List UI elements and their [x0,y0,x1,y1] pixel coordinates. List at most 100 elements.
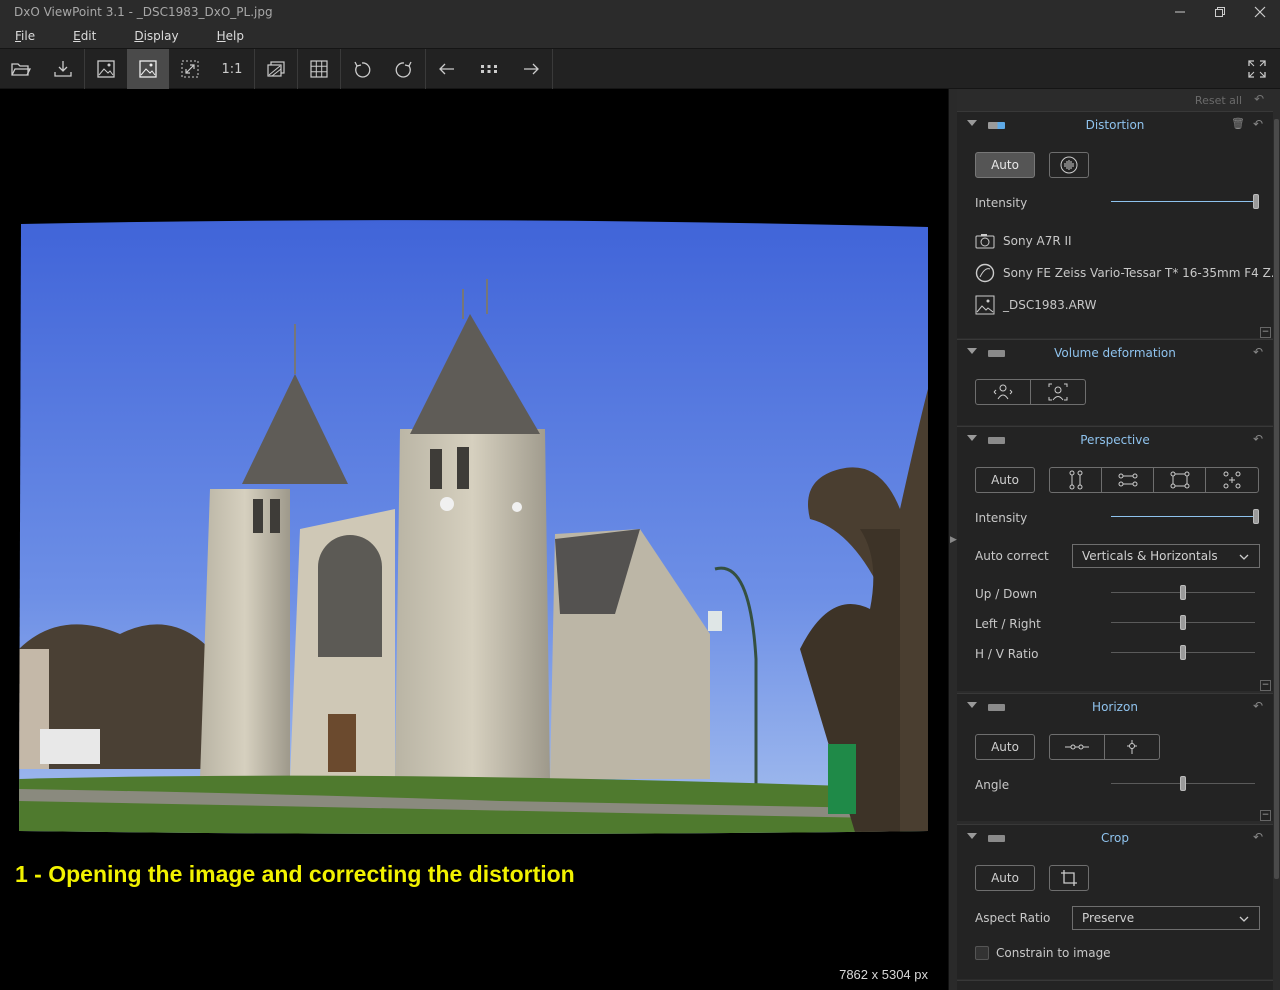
zoom-100-button[interactable]: 1:1 [211,49,253,89]
folder-open-icon [11,63,32,76]
lens-row: Sony FE Zeiss Vario-Tessar T* 16-35mm F4… [974,262,1280,284]
hvratio-label: H / V Ratio [975,647,1039,661]
open-button[interactable] [0,49,42,89]
updown-label: Up / Down [975,587,1038,601]
chevron-down-icon [1239,551,1249,565]
crop-tool-button[interactable] [1049,865,1089,891]
aspect-ratio-value: Preserve [1082,911,1135,925]
image-viewer[interactable]: 1 - Opening the image and correcting the… [0,89,948,990]
angle-label: Angle [975,778,1010,792]
title-bar: DxO ViewPoint 3.1 - _DSC1983_DxO_PL.jpg [0,0,1280,24]
aspect-ratio-dropdown[interactable]: Preserve [1072,906,1260,930]
perspective-horizontal-button[interactable] [1102,468,1154,492]
trash-icon[interactable]: 🗑 [1231,117,1245,130]
perspective-mode-group [1049,467,1259,493]
grid-button[interactable] [298,49,340,89]
crop-icon [1061,870,1077,886]
horizon-auto-button[interactable]: Auto [975,734,1035,760]
collapse-section-button[interactable]: − [1260,810,1271,821]
perspective-intensity-slider[interactable] [1111,509,1259,525]
horizon-vertical-icon [1127,740,1137,754]
perspective-points-button[interactable] [1206,468,1258,492]
constrain-label: Constrain to image [996,946,1111,960]
horizon-title: Horizon [1092,700,1138,714]
reset-icon[interactable]: ↶ [1253,432,1263,446]
compare-icon [267,61,285,77]
leftright-slider[interactable] [1111,615,1255,631]
after-view-button[interactable] [127,49,169,89]
auto-correct-dropdown[interactable]: Verticals & Horizontals [1072,544,1260,568]
compare-button[interactable] [255,49,297,89]
perspective-header[interactable]: Perspective ↶ [957,427,1273,455]
distortion-auto-button[interactable]: Auto [975,152,1035,178]
eight-points-icon [1223,471,1241,489]
minimize-button[interactable] [1160,0,1200,24]
distortion-intensity-label: Intensity [975,196,1028,210]
close-icon [1254,6,1266,18]
hvratio-slider[interactable] [1111,645,1255,661]
perspective-rectangle-button[interactable] [1154,468,1206,492]
volume-spherical-button[interactable] [1031,380,1085,404]
camera-name: Sony A7R II [1003,234,1072,248]
reset-icon[interactable]: ↶ [1253,117,1263,131]
fullscreen-icon [1248,60,1266,78]
panel-splitter[interactable]: ▶ [948,89,957,990]
person-frame-icon [1048,383,1068,401]
export-button[interactable] [42,49,84,89]
image-icon [139,60,157,78]
volume-header[interactable]: Volume deformation ↶ [957,340,1273,368]
crop-section: Crop ↶ Auto Aspect Ratio Preserve Constr… [957,824,1273,979]
angle-slider[interactable] [1111,776,1255,792]
chevron-down-icon [1239,913,1249,927]
anamorphic-button[interactable] [1049,152,1089,178]
corrections-panel: Reset all ↶ Distortion 🗑 ↶ Auto Intensit… [957,89,1280,990]
fullscreen-button[interactable] [1236,49,1278,89]
next-image-button[interactable] [510,49,552,89]
perspective-section: Perspective ↶ Auto Intensity Auto correc… [957,426,1273,691]
menu-edit[interactable]: Edit [58,29,96,43]
reset-icon[interactable]: ↶ [1253,699,1263,713]
constrain-checkbox[interactable] [975,946,989,960]
restore-button[interactable] [1200,0,1240,24]
window-title: DxO ViewPoint 3.1 - _DSC1983_DxO_PL.jpg [14,5,273,19]
rotate-left-button[interactable] [341,49,383,89]
arrow-left-icon [439,63,454,75]
toolbar: 1:1 [0,48,1280,89]
perspective-vertical-button[interactable] [1050,468,1102,492]
crop-auto-button[interactable]: Auto [975,865,1035,891]
horizon-level-icon [1065,744,1089,750]
collapse-arrow-icon[interactable]: ▶ [950,535,957,545]
menu-help[interactable]: Help [202,29,244,43]
reset-all-button[interactable]: Reset all [1195,94,1242,107]
browser-button[interactable] [468,49,510,89]
perspective-auto-button[interactable]: Auto [975,467,1035,493]
distortion-header[interactable]: Distortion 🗑 ↶ [957,112,1273,140]
horizon-level-button[interactable] [1050,735,1105,759]
fit-screen-button[interactable] [169,49,211,89]
camera-row: Sony A7R II [974,230,1072,252]
menu-file[interactable]: File [0,29,35,43]
menu-display[interactable]: Display [119,29,178,43]
horizon-vertical-button[interactable] [1105,735,1159,759]
scrollbar-thumb[interactable] [1274,119,1279,879]
collapse-section-button[interactable]: − [1260,327,1271,338]
reset-icon[interactable]: ↶ [1253,830,1263,844]
horizon-section: Horizon ↶ Auto Angle − [957,693,1273,821]
reset-icon[interactable]: ↶ [1253,345,1263,359]
rotate-right-button[interactable] [383,49,425,89]
previous-image-button[interactable] [426,49,468,89]
undo-icon[interactable]: ↶ [1254,92,1264,106]
collapse-section-button[interactable]: − [1260,680,1271,691]
close-button[interactable] [1240,0,1280,24]
lens-icon [974,262,996,284]
volume-cylindrical-button[interactable] [976,380,1031,404]
horizon-header[interactable]: Horizon ↶ [957,694,1273,722]
panel-scrollbar[interactable] [1273,111,1280,990]
camera-icon [974,230,996,252]
crop-header[interactable]: Crop ↶ [957,825,1273,853]
distortion-intensity-slider[interactable] [1111,194,1259,210]
before-view-button[interactable] [85,49,127,89]
updown-slider[interactable] [1111,585,1255,601]
leftright-label: Left / Right [975,617,1041,631]
rotate-left-icon [354,61,371,78]
